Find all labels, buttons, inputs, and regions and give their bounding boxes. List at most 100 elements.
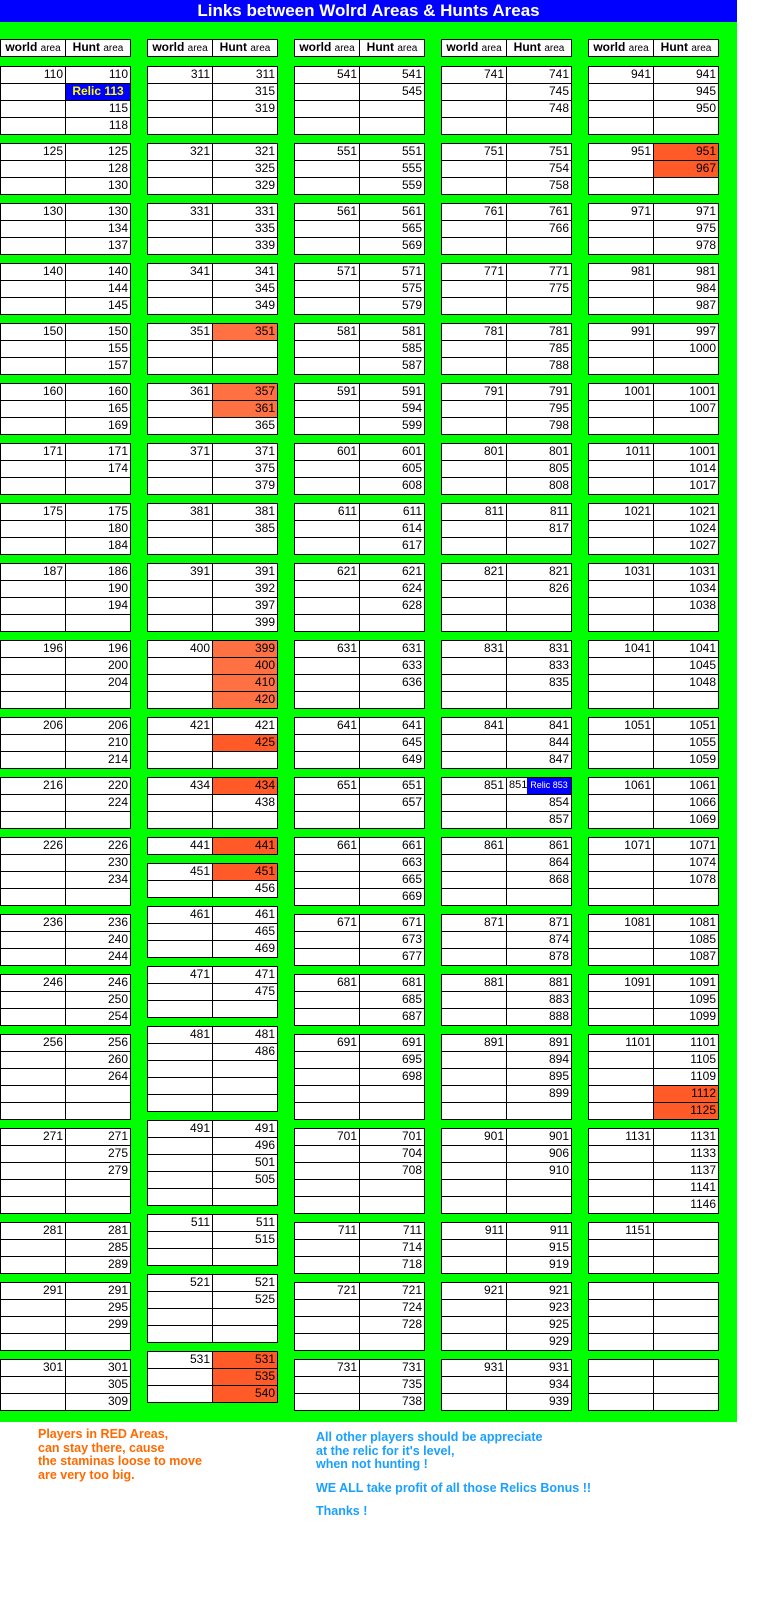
world-area-cell: 651: [294, 777, 360, 795]
hunt-area-cell: 451: [212, 863, 278, 881]
empty-cell: [588, 357, 654, 375]
hunt-area-cell: 718: [359, 1256, 425, 1274]
empty-cell: [147, 734, 213, 752]
hunt-area-cell: 541: [359, 66, 425, 84]
hunt-area-cell: 475: [212, 983, 278, 1001]
empty-cell: [588, 1162, 654, 1180]
empty-cell: [441, 400, 507, 418]
hunt-area-cell: 671: [359, 914, 425, 932]
empty-cell: [0, 1085, 66, 1103]
world-area-cell: 691: [294, 1034, 360, 1052]
hunt-area-cell: 184: [65, 537, 131, 555]
note-line: All other players should be appreciate: [316, 1430, 543, 1444]
hunt-area-value: 851: [509, 779, 528, 791]
empty-cell: [0, 477, 66, 495]
empty-cell: [294, 83, 360, 101]
hunt-area-cell: 1014: [653, 460, 719, 478]
empty-cell: [506, 597, 572, 615]
hunt-area-cell: 984: [653, 280, 719, 298]
empty-cell: [0, 674, 66, 692]
hunt-area-header: Hunt area: [212, 39, 278, 57]
world-area-cell: 301: [0, 1359, 66, 1377]
hunt-area-cell: 805: [506, 460, 572, 478]
hunt-area-cell: 1069: [653, 811, 719, 829]
empty-cell: [294, 1376, 360, 1394]
empty-cell: [294, 1256, 360, 1274]
empty-cell: [588, 1145, 654, 1163]
empty-cell: [147, 1000, 213, 1018]
empty-cell: [147, 1154, 213, 1172]
hunt-area-cell: 1071: [653, 837, 719, 855]
empty-cell: [441, 674, 507, 692]
empty-cell: [588, 520, 654, 538]
hunt-area-cell: 931: [506, 1359, 572, 1377]
empty-cell: [588, 100, 654, 118]
hunt-area-cell: 291: [65, 1282, 131, 1300]
hunt-area-cell: 971: [653, 203, 719, 221]
hunt-area-cell: 1087: [653, 948, 719, 966]
hunt-area-header: Hunt area: [359, 39, 425, 57]
hunt-area-cell: 711: [359, 1222, 425, 1240]
hunt-area-header: Hunt area: [506, 39, 572, 57]
empty-cell: [0, 811, 66, 829]
empty-cell: [147, 1368, 213, 1386]
empty-cell: [588, 237, 654, 255]
hunt-area-cell: 1027: [653, 537, 719, 555]
hunt-area-cell: 200: [65, 657, 131, 675]
hunt-area-cell: 1095: [653, 991, 719, 1009]
empty-cell: [588, 1376, 654, 1394]
hunt-area-cell: 781: [506, 323, 572, 341]
empty-cell: [0, 340, 66, 358]
empty-cell: [294, 1239, 360, 1257]
hunt-area-cell: 130: [65, 177, 131, 195]
empty-cell: [0, 160, 66, 178]
hunt-area-cell: 118: [65, 117, 131, 135]
hunt-area-cell: 399: [212, 640, 278, 658]
hunt-area-cell: 137: [65, 237, 131, 255]
hunt-area-cell: 649: [359, 751, 425, 769]
hunt-area-cell: 978: [653, 237, 719, 255]
world-area-cell: 881: [441, 974, 507, 992]
empty-cell: [441, 477, 507, 495]
hunt-area-cell: 391: [212, 563, 278, 581]
world-area-cell: 991: [588, 323, 654, 341]
empty-cell: [441, 1008, 507, 1026]
world-area-cell: 661: [294, 837, 360, 855]
empty-cell: [588, 1051, 654, 1069]
empty-cell: [588, 117, 654, 135]
hunt-area-cell: 724: [359, 1299, 425, 1317]
hunt-area-cell: 901: [506, 1128, 572, 1146]
area-suffix: area: [250, 43, 271, 54]
empty-cell: [294, 580, 360, 598]
hunt-area-cell: 214: [65, 751, 131, 769]
empty-cell: [294, 100, 360, 118]
empty-cell: [212, 1325, 278, 1343]
area-links-table: world area Hunt area 110 110 Relic 113 115 118…: [0, 22, 737, 1422]
world-area-cell: 271: [0, 1128, 66, 1146]
hunt-area-cell: 636: [359, 674, 425, 692]
world-area-cell: 1021: [588, 503, 654, 521]
world-area-cell: 611: [294, 503, 360, 521]
empty-cell: [441, 160, 507, 178]
empty-cell: [588, 674, 654, 692]
empty-cell: [0, 1068, 66, 1086]
empty-cell: [294, 597, 360, 615]
world-area-cell: 561: [294, 203, 360, 221]
hunt-area-cell: 874: [506, 931, 572, 949]
world-area-cell: 521: [147, 1274, 213, 1292]
hunt-area-cell: 657: [359, 794, 425, 812]
empty-cell: [147, 614, 213, 632]
hunt-area-cell: 531: [212, 1351, 278, 1369]
hunt-area-cell: 569: [359, 237, 425, 255]
empty-cell: [588, 657, 654, 675]
empty-cell: [147, 1094, 213, 1112]
hunt-area-cell: 1112: [653, 1085, 719, 1103]
hunt-area-cell: 687: [359, 1008, 425, 1026]
world-area-cell: 841: [441, 717, 507, 735]
hunt-area-cell: 585: [359, 340, 425, 358]
empty-cell: [441, 340, 507, 358]
empty-cell: [0, 520, 66, 538]
hunt-area-cell: 351: [212, 323, 278, 341]
empty-cell: [147, 1385, 213, 1403]
empty-cell: [441, 1299, 507, 1317]
